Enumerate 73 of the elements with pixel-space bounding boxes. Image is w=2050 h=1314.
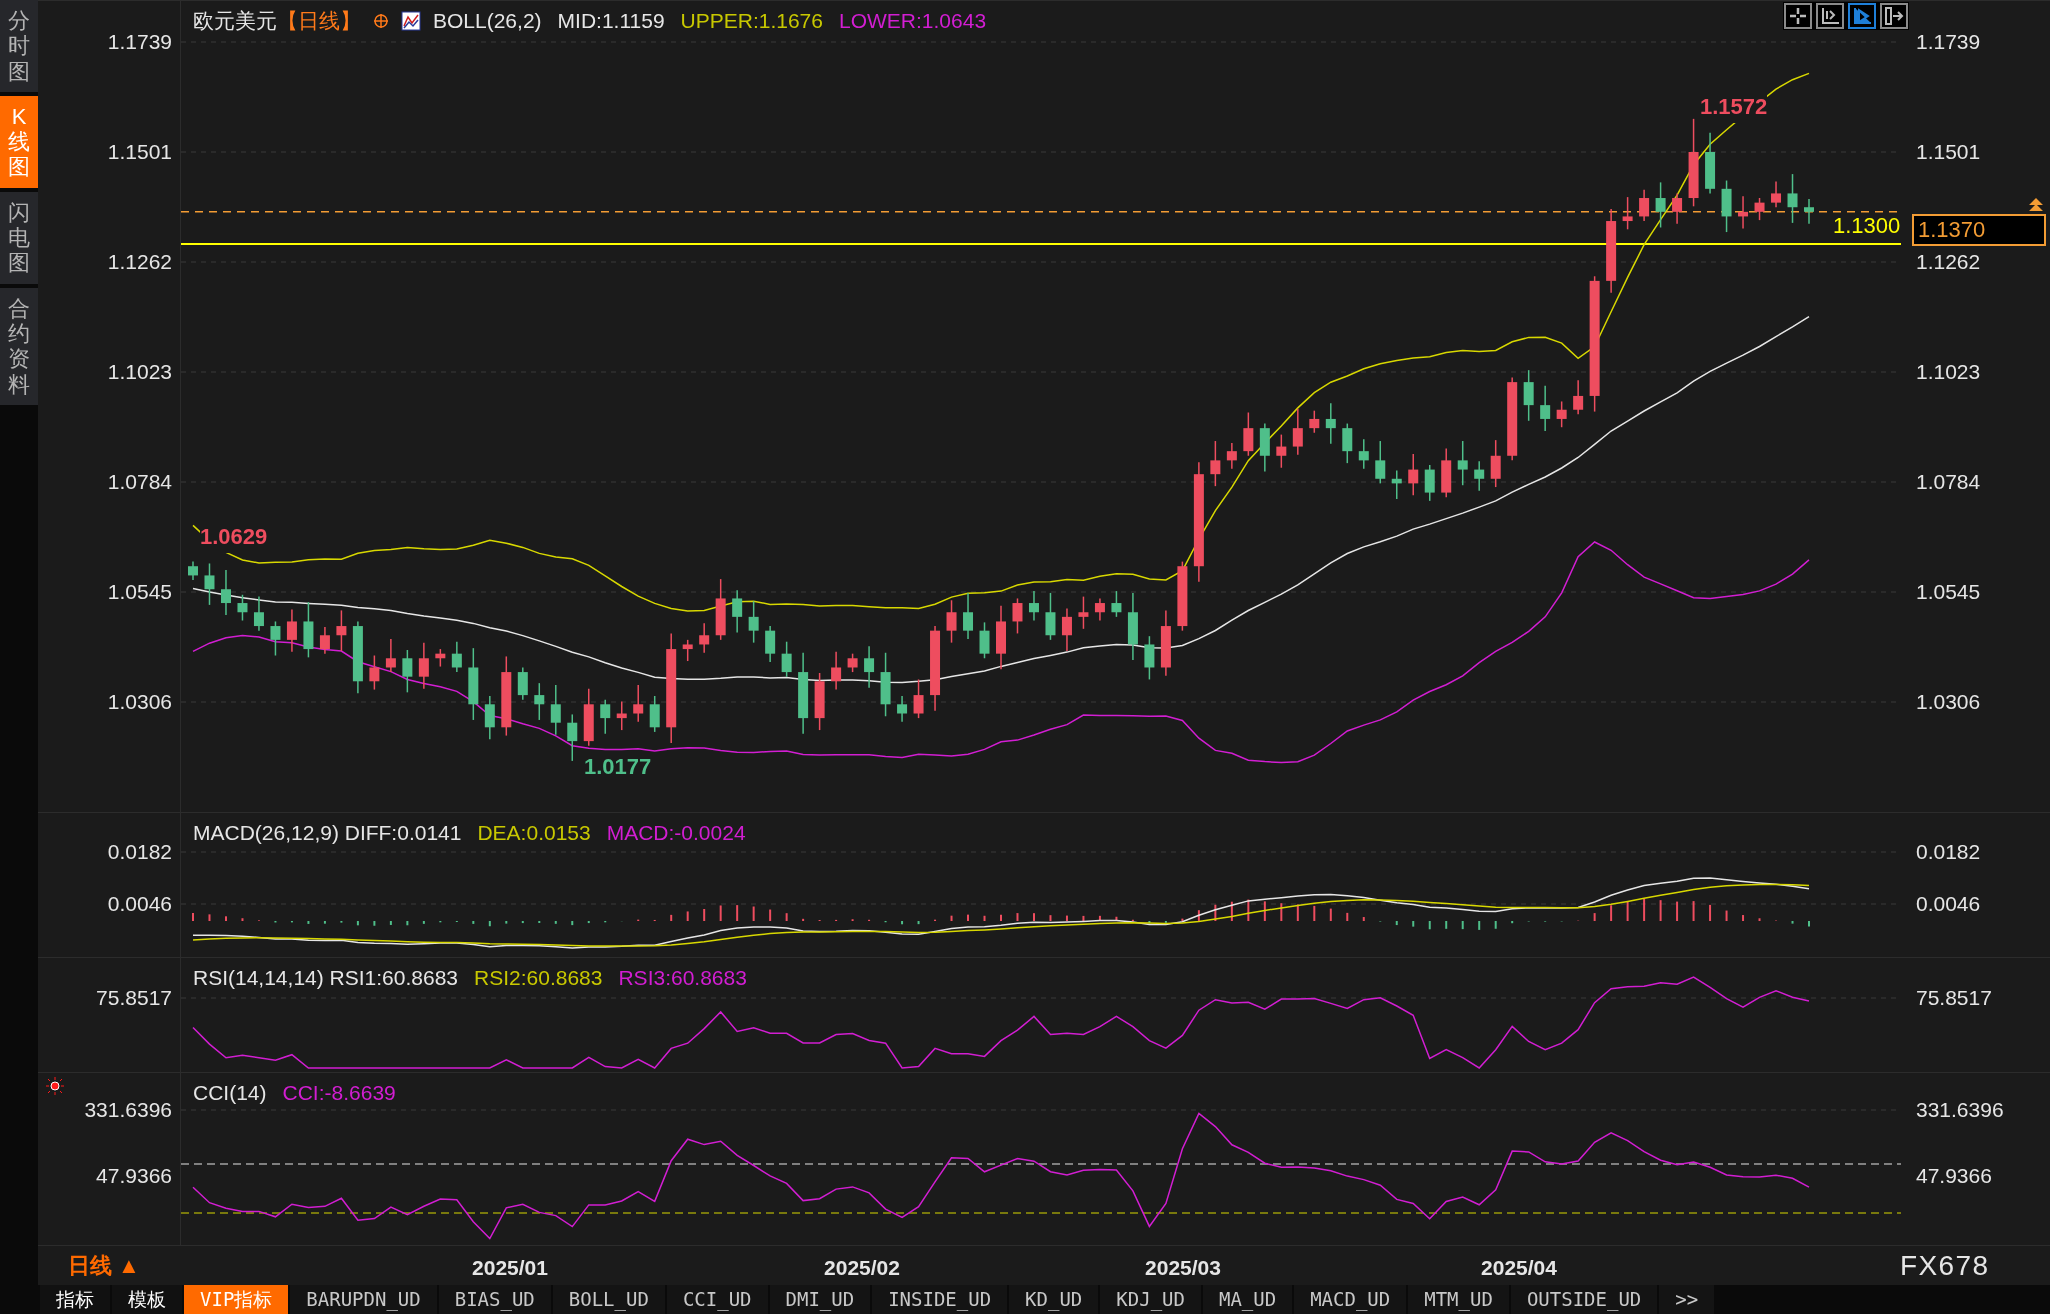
legend-value: MID:1.1159 xyxy=(557,8,665,34)
legend-value: LOWER:1.0643 xyxy=(839,8,987,34)
line-chart-icon xyxy=(401,10,421,31)
symbol-title: 欧元美元 xyxy=(193,8,277,34)
axis-tick-label: 331.6396 xyxy=(1916,1099,2004,1120)
axis-tick-label: 1.0306 xyxy=(107,691,172,712)
period-label: 【日线】 xyxy=(277,8,361,34)
indicator-tab[interactable]: 指标 xyxy=(40,1285,110,1314)
indicator-tab[interactable]: OUTSIDE_UD xyxy=(1510,1285,1658,1314)
indicator-tab[interactable]: MA_UD xyxy=(1202,1285,1293,1314)
date-label: 2025/03 xyxy=(1145,1255,1221,1281)
axis-tick-label: 1.1739 xyxy=(1916,31,1981,52)
axis-tick-label: 75.8517 xyxy=(96,987,172,1008)
legend-value: MACD(26,12,9) DIFF:0.0141 xyxy=(193,820,462,846)
axis-tick-label: 1.0545 xyxy=(1916,581,1981,602)
legend-value: UPPER:1.1676 xyxy=(680,8,823,34)
legend-value: RSI2:60.8683 xyxy=(474,965,603,991)
indicator-tab[interactable]: INSIDE_UD xyxy=(872,1285,1008,1314)
alert-marker-icon xyxy=(46,1077,64,1095)
legend-value: RSI3:60.8683 xyxy=(618,965,747,991)
axis-tick-label: 1.1023 xyxy=(1916,361,1981,382)
current-price-label: 1.1370 xyxy=(1912,214,2046,246)
legend-value: CCI:-8.6639 xyxy=(282,1080,396,1106)
indicator-tab[interactable]: BIAS_UD xyxy=(438,1285,551,1314)
indicator-tab[interactable]: >> xyxy=(1659,1285,1715,1314)
indicator-tab[interactable]: MTM_UD xyxy=(1408,1285,1509,1314)
axis-tick-label: 1.0545 xyxy=(107,581,172,602)
legend-value: DEA:0.0153 xyxy=(477,820,591,846)
arrow-box-icon[interactable] xyxy=(1880,3,1908,29)
date-label: 2025/04 xyxy=(1481,1255,1557,1281)
crosshair-icon[interactable] xyxy=(1784,3,1812,29)
axis-tick-label: 1.0784 xyxy=(1916,471,1981,492)
axis-icon[interactable] xyxy=(1816,3,1844,29)
indicator-tab[interactable]: KD_UD xyxy=(1009,1285,1099,1314)
axis-tick-label: 1.1501 xyxy=(107,141,172,162)
axis-tick-label: 0.0046 xyxy=(107,893,172,914)
date-label: 2025/02 xyxy=(824,1255,900,1281)
axis-tick-label: 0.0046 xyxy=(1916,893,1981,914)
logo-text: FX678 xyxy=(1900,1248,1990,1283)
axis-tick-label: 1.1739 xyxy=(107,31,172,52)
axis-tick-label: 0.0182 xyxy=(107,841,172,862)
sidebar-tab[interactable]: 分时图 xyxy=(0,0,38,92)
axis-tick-label: 1.0306 xyxy=(1916,691,1981,712)
indicator-tab[interactable]: BARUPDN_UD xyxy=(290,1285,437,1314)
period-selector[interactable]: 日线 ▲ xyxy=(68,1249,140,1282)
crosshair-circle-icon xyxy=(373,12,389,29)
axis-tick-label: 75.8517 xyxy=(1916,987,1992,1008)
sidebar-tab[interactable]: 合约资料 xyxy=(0,287,38,405)
axis-tick-label: 1.1501 xyxy=(1916,141,1981,162)
axis-tick-label: 1.1262 xyxy=(107,251,172,272)
axis-tick-label: 331.6396 xyxy=(84,1099,172,1120)
legend-value: RSI(14,14,14) RSI1:60.8683 xyxy=(193,965,458,991)
indicator-tab[interactable]: KDJ_UD xyxy=(1100,1285,1201,1314)
axis-tick-label: 1.1023 xyxy=(107,361,172,382)
indicator-tab[interactable]: CCI_UD xyxy=(666,1285,768,1314)
price-annotation: 1.0177 xyxy=(584,753,652,781)
date-label: 2025/01 xyxy=(472,1255,548,1281)
indicator-tab[interactable]: BOLL_UD xyxy=(552,1285,665,1314)
axis-tick-label: 47.9366 xyxy=(1916,1165,1992,1186)
indicator-tab[interactable]: MACD_UD xyxy=(1294,1285,1407,1314)
sidebar-tab[interactable]: 闪电图 xyxy=(0,191,38,284)
axis-tick-label: 47.9366 xyxy=(96,1165,172,1186)
play-chart-icon[interactable] xyxy=(1848,3,1876,29)
double-up-arrow-icon xyxy=(2028,197,2044,213)
line-price-label: 1.1300 xyxy=(1833,214,1901,238)
indicator-tab[interactable]: DMI_UD xyxy=(769,1285,871,1314)
axis-tick-label: 0.0182 xyxy=(1916,841,1981,862)
legend-value: CCI(14) xyxy=(193,1080,267,1106)
legend-value: BOLL(26,2) xyxy=(433,8,542,34)
axis-tick-label: 1.0784 xyxy=(107,471,172,492)
axis-tick-label: 1.1262 xyxy=(1916,251,1981,272)
indicator-tab[interactable]: 模板 xyxy=(112,1285,182,1314)
legend-value: MACD:-0.0024 xyxy=(606,820,746,846)
